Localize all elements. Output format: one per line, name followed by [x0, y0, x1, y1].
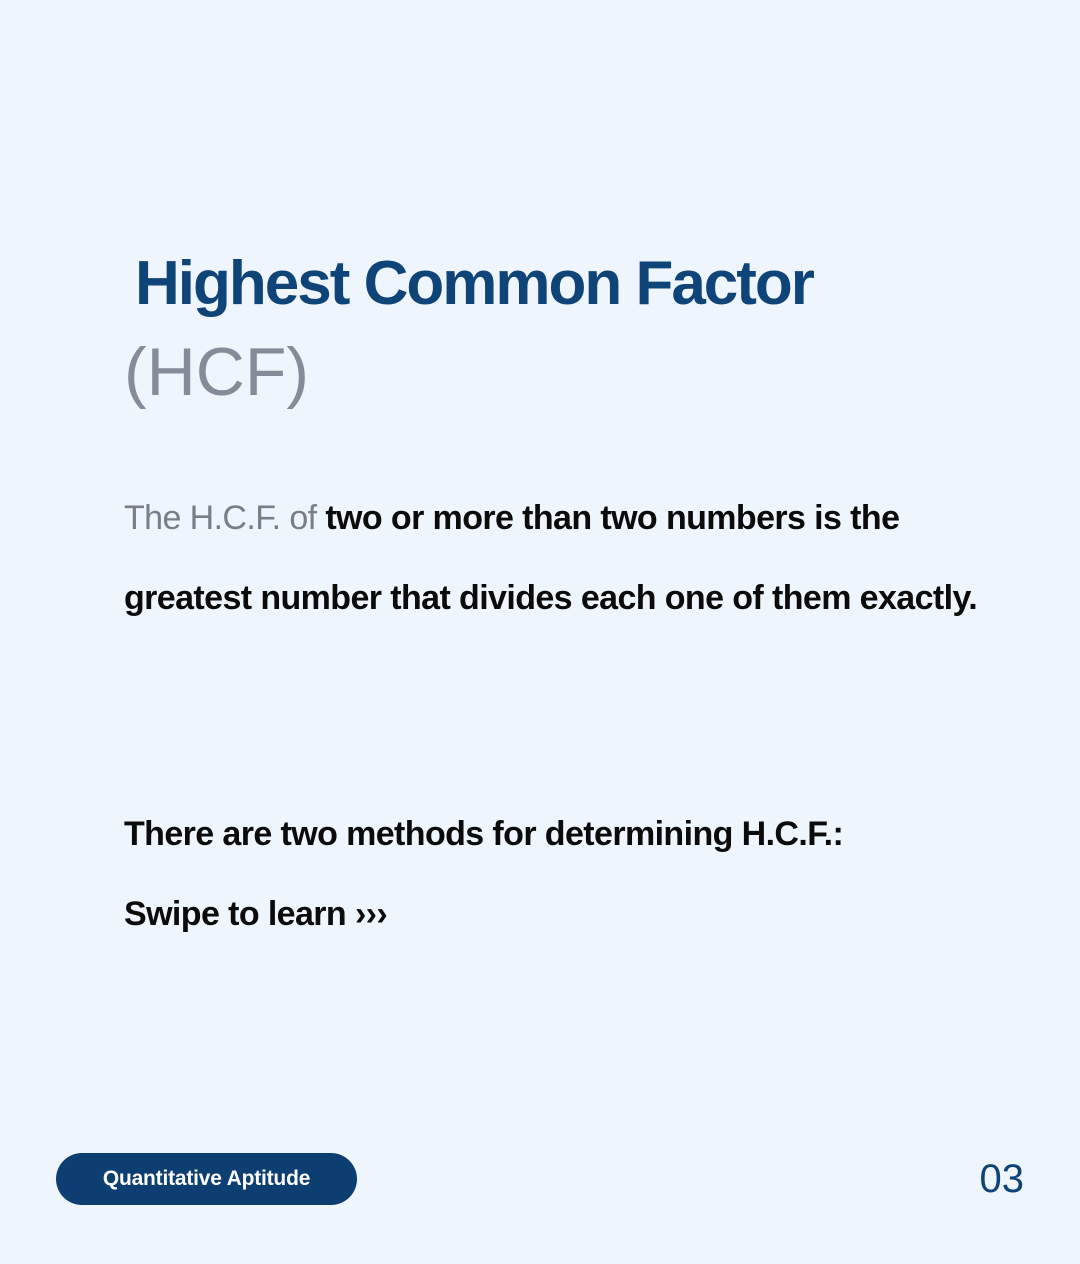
- page-title: Highest Common Factor: [135, 249, 815, 318]
- swipe-prompt[interactable]: Swipe to learn ›››: [124, 874, 1004, 954]
- methods-block: There are two methods for determining H.…: [124, 794, 1004, 954]
- page-subtitle: (HCF): [124, 334, 310, 410]
- definition-lead: The H.C.F. of: [124, 499, 326, 537]
- definition-paragraph: The H.C.F. of two or more than two numbe…: [124, 478, 1004, 638]
- topic-badge: Quantitative Aptitude: [56, 1153, 357, 1205]
- methods-intro: There are two methods for determining H.…: [124, 815, 844, 853]
- page-number: 03: [979, 1157, 1025, 1201]
